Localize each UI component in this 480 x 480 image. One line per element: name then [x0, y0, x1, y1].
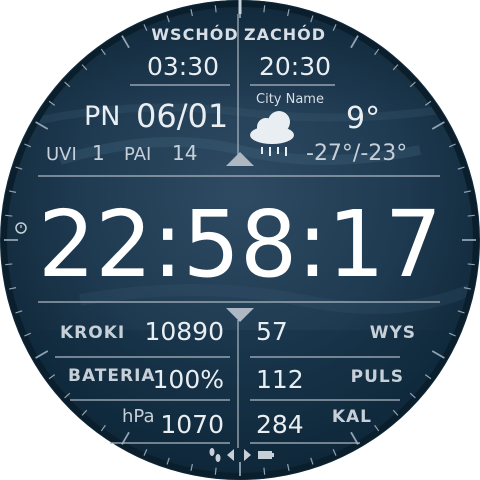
bezel-tick: [467, 214, 475, 217]
digital-time: 22:58:17: [38, 191, 442, 298]
bezel-tick: [214, 467, 217, 475]
bezel-tick: [263, 467, 266, 475]
temperature-range: -27°/-23°: [306, 141, 407, 166]
steps-value: 10890: [144, 317, 224, 346]
sunset-time: 20:30: [259, 52, 331, 81]
pai-value: 14: [172, 141, 197, 165]
bezel-tick: [263, 5, 266, 13]
altitude-value: 57: [256, 317, 288, 346]
city-name: City Name: [256, 92, 324, 107]
bezel-tick: [214, 5, 217, 13]
pressure-value: 1070: [160, 410, 224, 439]
sunrise-label: WSCHÓD: [151, 25, 238, 44]
pai-label: PAI: [124, 144, 151, 165]
battery-label: BATERIA: [68, 366, 156, 386]
steps-label: KROKI: [60, 323, 125, 343]
uvi-value: 1: [92, 141, 105, 165]
pressure-label: hPa: [122, 406, 154, 427]
calories-value: 284: [256, 410, 304, 439]
sunset-label: ZACHÓD: [244, 25, 326, 44]
sunrise-time: 03:30: [147, 52, 219, 81]
battery-icon: [258, 451, 274, 459]
bezel-tick: [467, 263, 475, 266]
pulse-label: PULS: [351, 367, 404, 387]
calories-label: KAL: [332, 407, 372, 427]
battery-value: 100%: [153, 365, 224, 394]
bezel-tick: [5, 214, 13, 217]
temperature: 9°: [346, 101, 380, 136]
pulse-value: 112: [256, 365, 304, 394]
uvi-label: UVI: [46, 144, 77, 165]
bezel-tick: [5, 263, 13, 266]
watch-face: WSCHÓD ZACHÓD 03:30 20:30 PN 06/01 UVI 1…: [0, 0, 480, 480]
date-value: 06/01: [136, 97, 228, 135]
altitude-label: WYS: [370, 323, 416, 343]
day-of-week: PN: [84, 101, 120, 132]
